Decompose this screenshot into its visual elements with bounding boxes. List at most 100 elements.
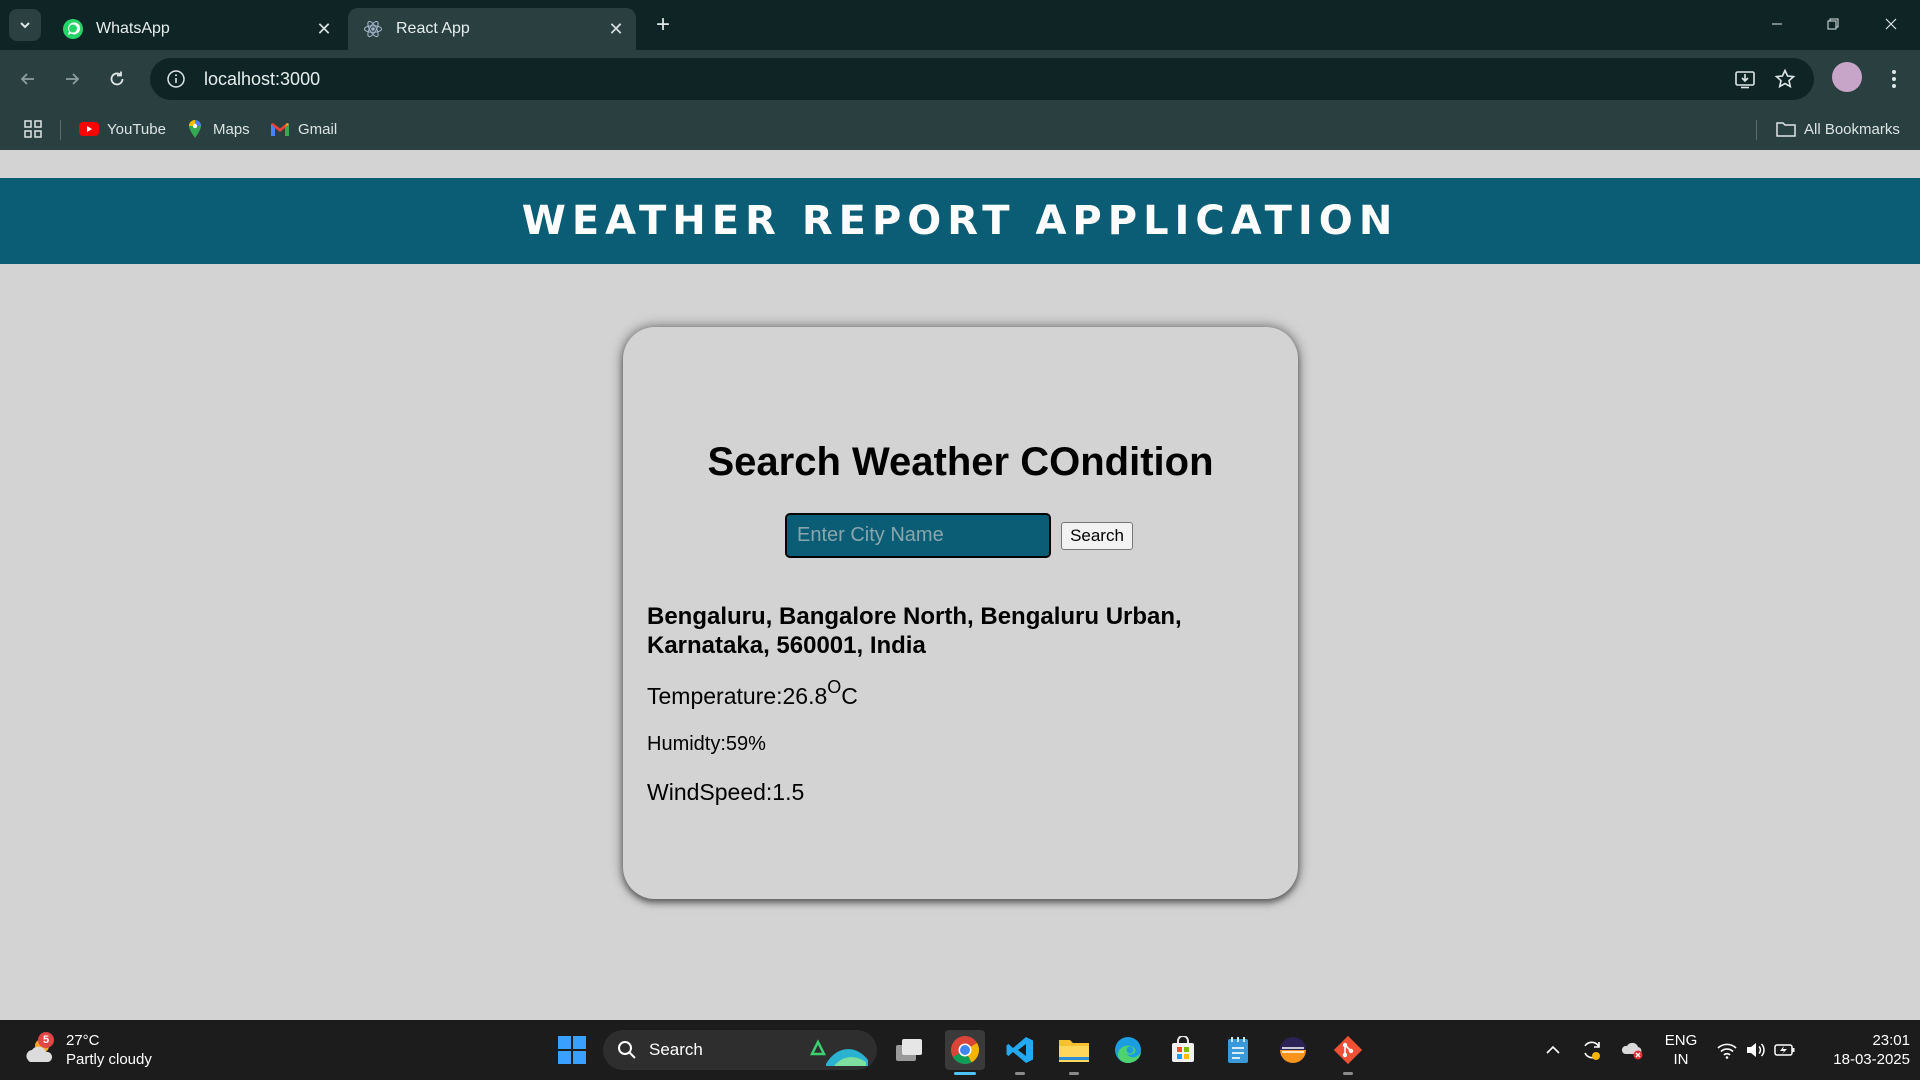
search-label: Search — [649, 1040, 703, 1059]
browser-menu-button[interactable] — [1880, 62, 1908, 96]
vscode-taskbar-button[interactable] — [1000, 1030, 1040, 1070]
more-vertical-icon — [1892, 70, 1896, 88]
browser-tab-bar: WhatsApp ✕ React App ✕ + — [0, 0, 1920, 50]
tab-whatsapp[interactable]: WhatsApp ✕ — [48, 8, 344, 50]
arrow-left-icon — [20, 73, 34, 85]
windows-taskbar: 5 27°C Partly cloudy Search ENG IN 23:01… — [0, 1020, 1920, 1080]
forward-button[interactable] — [56, 63, 88, 95]
bookmarks-divider — [1756, 120, 1757, 140]
recycle-landscape-icon — [809, 1039, 868, 1066]
install-icon — [1735, 71, 1755, 89]
git-taskbar-button[interactable] — [1328, 1030, 1368, 1070]
windows-logo-icon — [558, 1036, 586, 1064]
new-tab-button[interactable]: + — [648, 10, 678, 40]
close-tab-icon[interactable]: ✕ — [310, 15, 338, 43]
weather-text: 27°C Partly cloudy — [66, 1031, 152, 1069]
gmail-icon — [270, 119, 290, 139]
close-window-button[interactable] — [1868, 6, 1914, 42]
search-button[interactable]: Search — [1061, 522, 1133, 550]
minimize-icon — [1772, 23, 1782, 25]
volume-icon — [1747, 1043, 1765, 1057]
edge-icon — [1115, 1037, 1141, 1063]
running-app-indicator — [1069, 1072, 1079, 1075]
chrome-taskbar-button[interactable] — [945, 1030, 985, 1070]
address-bar[interactable]: localhost:3000 — [150, 58, 1814, 100]
reload-icon — [110, 71, 124, 86]
notepad-icon — [1228, 1037, 1248, 1063]
apps-grid-icon — [24, 120, 42, 138]
running-app-indicator — [1343, 1072, 1353, 1075]
all-bookmarks-button[interactable]: All Bookmarks — [1776, 116, 1900, 142]
restore-button[interactable] — [1810, 6, 1856, 42]
bookmark-label: Gmail — [298, 120, 338, 138]
youtube-icon — [79, 119, 99, 139]
vscode-icon — [1006, 1037, 1033, 1063]
edge-taskbar-button[interactable] — [1108, 1030, 1148, 1070]
reload-button[interactable] — [101, 63, 133, 95]
bookmark-star-button[interactable] — [1768, 58, 1802, 100]
minimize-button[interactable] — [1754, 6, 1800, 42]
back-button[interactable] — [12, 63, 44, 95]
chrome-icon — [951, 1036, 979, 1064]
cloud-error-icon — [1621, 1042, 1643, 1060]
sync-tray-button[interactable] — [1580, 1038, 1604, 1062]
notepad-taskbar-button[interactable] — [1218, 1030, 1258, 1070]
chevron-down-icon — [20, 22, 30, 29]
wifi-icon — [1717, 1043, 1737, 1059]
humidity-text: Humidty:59% — [647, 733, 766, 755]
browser-toolbar: localhost:3000 — [0, 50, 1920, 108]
card-title: Search Weather COndition — [707, 440, 1214, 484]
bookmarks-bar: YouTube Maps Gmail All Bookmarks — [0, 108, 1920, 150]
start-button[interactable] — [552, 1030, 592, 1070]
bookmark-maps[interactable]: Maps — [185, 116, 250, 142]
close-icon — [1885, 18, 1897, 30]
taskbar-search-box[interactable]: Search — [603, 1030, 877, 1070]
language-indicator[interactable]: ENG IN — [1662, 1031, 1700, 1069]
tab-react-app[interactable]: React App ✕ — [348, 8, 636, 50]
sync-icon — [1584, 1041, 1600, 1060]
search-icon — [618, 1041, 636, 1059]
all-bookmarks-label: All Bookmarks — [1804, 120, 1900, 138]
clock[interactable]: 23:01 18-03-2025 — [1810, 1031, 1910, 1069]
location-text: Bengaluru, Bangalore North, Bengaluru Ur… — [647, 603, 1182, 659]
bookmark-youtube[interactable]: YouTube — [79, 116, 166, 142]
close-tab-icon[interactable]: ✕ — [602, 15, 630, 43]
onedrive-tray-button[interactable] — [1621, 1038, 1645, 1062]
bookmark-gmail[interactable]: Gmail — [270, 116, 337, 142]
tab-search-dropdown-button[interactable] — [9, 9, 41, 41]
battery-status[interactable] — [1773, 1038, 1797, 1062]
folder-icon — [1059, 1040, 1089, 1062]
git-icon — [1333, 1035, 1363, 1065]
store-taskbar-button[interactable] — [1163, 1030, 1203, 1070]
app-header: WEATHER REPORT APPLICATION — [0, 178, 1920, 264]
city-name-input[interactable] — [785, 513, 1051, 558]
apps-grid-button[interactable] — [20, 116, 46, 142]
language-code: ENG — [1664, 1032, 1698, 1049]
file-explorer-taskbar-button[interactable] — [1054, 1030, 1094, 1070]
site-info-icon[interactable] — [158, 61, 194, 97]
show-hidden-icons-button[interactable] — [1541, 1038, 1565, 1062]
url-text: localhost:3000 — [204, 68, 321, 89]
folder-icon — [1776, 119, 1796, 139]
profile-avatar[interactable] — [1832, 62, 1862, 92]
temperature-label: Temperature: — [647, 683, 783, 709]
active-app-indicator — [954, 1072, 976, 1075]
whatsapp-icon — [62, 18, 84, 40]
wifi-status[interactable] — [1715, 1038, 1739, 1062]
chevron-up-icon — [1546, 1045, 1560, 1054]
tab-title: WhatsApp — [96, 20, 170, 37]
volume-status[interactable] — [1744, 1038, 1768, 1062]
clock-time: 23:01 — [1872, 1032, 1910, 1049]
install-app-button[interactable] — [1728, 58, 1762, 100]
bookmark-label: YouTube — [107, 120, 166, 138]
battery-charging-icon — [1774, 1044, 1795, 1056]
task-view-button[interactable] — [889, 1030, 929, 1070]
eclipse-taskbar-button[interactable] — [1273, 1030, 1313, 1070]
react-icon — [362, 18, 384, 40]
eclipse-icon — [1280, 1037, 1306, 1063]
bookmarks-divider — [60, 120, 61, 140]
temperature-row: Temperature:26.8OC — [647, 677, 858, 710]
running-app-indicator — [1015, 1072, 1025, 1075]
weather-widget[interactable]: 5 27°C Partly cloudy — [22, 1028, 152, 1072]
store-icon — [1172, 1036, 1194, 1062]
